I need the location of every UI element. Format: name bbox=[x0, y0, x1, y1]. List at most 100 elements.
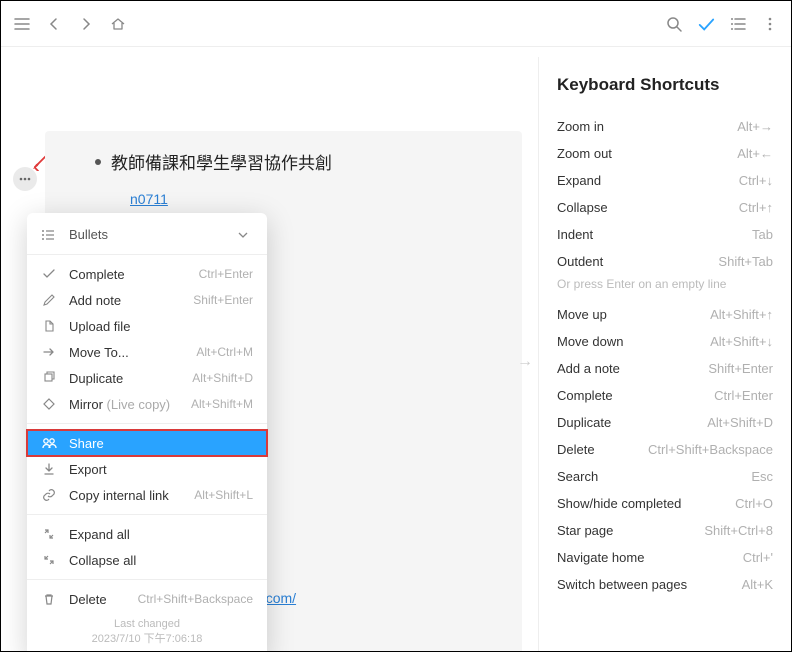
search-icon[interactable] bbox=[665, 15, 683, 33]
menu-expandall-label: Expand all bbox=[69, 527, 253, 542]
top-toolbar bbox=[1, 1, 791, 47]
shortcut-row: DeleteCtrl+Shift+Backspace bbox=[557, 436, 773, 463]
shortcut-key: Shift+Enter bbox=[708, 361, 773, 376]
shortcut-key: Ctrl+' bbox=[743, 550, 773, 565]
shortcut-name: Search bbox=[557, 469, 598, 484]
separator bbox=[27, 423, 267, 424]
trash-icon bbox=[41, 591, 57, 607]
menu-expand-all[interactable]: Expand all bbox=[27, 521, 267, 547]
bullet-icon bbox=[95, 159, 101, 165]
menu-delete-shortcut: Ctrl+Shift+Backspace bbox=[138, 592, 253, 606]
menu-collapseall-label: Collapse all bbox=[69, 553, 253, 568]
check-icon[interactable] bbox=[697, 15, 715, 33]
shortcut-row: Show/hide completed Ctrl+O bbox=[557, 490, 773, 517]
shortcut-row: Navigate homeCtrl+' bbox=[557, 544, 773, 571]
menu-copy-link[interactable]: Copy internal link Alt+Shift+L bbox=[27, 482, 267, 508]
menu-label: Upload file bbox=[69, 319, 241, 334]
shortcut-row: Expand Ctrl+↓ bbox=[557, 167, 773, 194]
menu-label: Move To... bbox=[69, 345, 184, 360]
menu-share[interactable]: Share bbox=[27, 430, 267, 456]
shortcut-name: Show/hide completed bbox=[557, 496, 681, 511]
shortcut-name: Expand bbox=[557, 173, 601, 188]
shortcut-row: OutdentShift+Tab bbox=[557, 248, 773, 275]
shortcut-name: Switch between pages bbox=[557, 577, 687, 592]
forward-icon[interactable] bbox=[77, 15, 95, 33]
menu-duplicate[interactable]: DuplicateAlt+Shift+D bbox=[27, 365, 267, 391]
shortcuts-title: Keyboard Shortcuts bbox=[557, 75, 773, 95]
expand-icon bbox=[41, 526, 57, 542]
shortcut-row: CollapseCtrl+↑ bbox=[557, 194, 773, 221]
meta-time: 2023/7/10 下午7:06:18 bbox=[27, 630, 267, 646]
separator bbox=[27, 514, 267, 515]
menu-label: Complete bbox=[69, 267, 187, 282]
shortcut-key: Ctrl+↓ bbox=[739, 173, 773, 188]
shortcut-key: Alt+→ bbox=[737, 119, 773, 134]
shortcut-row: Move downAlt+Shift+↓ bbox=[557, 328, 773, 355]
menu-upload[interactable]: Upload file bbox=[27, 313, 267, 339]
export-icon bbox=[41, 461, 57, 477]
context-menu: Bullets Complete Ctrl+Enter Add note Shift+… bbox=[27, 213, 267, 651]
link-icon bbox=[41, 487, 57, 503]
document-title: 教師備課和學生學習協作共創 bbox=[111, 149, 332, 174]
menu-moveto[interactable]: Move To... Alt+Ctrl+M bbox=[27, 339, 267, 365]
shortcut-row: IndentTab bbox=[557, 221, 773, 248]
shortcut-row: SearchEsc bbox=[557, 463, 773, 490]
shortcut-name: Complete bbox=[557, 388, 613, 403]
menu-copylink-label: Copy internal link bbox=[69, 488, 182, 503]
menu-mirror[interactable]: Mirror (Live copy) Alt+Shift+M bbox=[27, 391, 267, 417]
shortcut-name: Collapse bbox=[557, 200, 608, 215]
bullets-label: Bullets bbox=[69, 227, 108, 242]
file-icon bbox=[41, 318, 57, 334]
shortcut-row: DuplicateAlt+Shift+D bbox=[557, 409, 773, 436]
shortcut-key: Tab bbox=[752, 227, 773, 242]
menu-addnote[interactable]: Add note Shift+Enter bbox=[27, 287, 267, 313]
separator bbox=[27, 579, 267, 580]
shortcut-row: CompleteCtrl+Enter bbox=[557, 382, 773, 409]
menu-label: Add note bbox=[69, 293, 181, 308]
shortcut-name: Add a note bbox=[557, 361, 620, 376]
shortcut-row: Zoom outAlt+← bbox=[557, 140, 773, 167]
shortcut-name: Star page bbox=[557, 523, 613, 538]
shortcuts-hint: Or press Enter on an empty line bbox=[557, 277, 773, 291]
menu-export[interactable]: Export bbox=[27, 456, 267, 482]
copy-icon bbox=[41, 370, 57, 386]
menu-delete-label: Delete bbox=[69, 592, 126, 607]
list-icon[interactable] bbox=[729, 15, 747, 33]
menu-label: Mirror (Live copy) bbox=[69, 397, 179, 412]
meta-title: Last changed bbox=[27, 618, 267, 630]
home-icon[interactable] bbox=[109, 15, 127, 33]
shortcut-name: Move down bbox=[557, 334, 623, 349]
menu-shortcut: Shift+Enter bbox=[193, 293, 253, 307]
menu-complete[interactable]: Complete Ctrl+Enter bbox=[27, 261, 267, 287]
kebab-icon[interactable] bbox=[761, 15, 779, 33]
menu-collapse-all[interactable]: Collapse all bbox=[27, 547, 267, 573]
menu-icon[interactable] bbox=[13, 15, 31, 33]
list-item[interactable]: n0711 bbox=[115, 186, 498, 213]
shortcut-row: Switch between pages Alt+K bbox=[557, 571, 773, 598]
menu-shortcut: Ctrl+Enter bbox=[199, 267, 253, 281]
separator bbox=[27, 254, 267, 255]
document-title-row[interactable]: 教師備課和學生學習協作共創 bbox=[95, 149, 498, 174]
panel-collapse-icon[interactable]: → bbox=[517, 353, 533, 371]
pencil-icon bbox=[41, 292, 57, 308]
collapse-icon bbox=[41, 552, 57, 568]
menu-shortcut: Alt+Shift+M bbox=[191, 397, 253, 411]
menu-shortcut: Alt+Ctrl+M bbox=[196, 345, 253, 359]
diamond-icon bbox=[41, 396, 57, 412]
shortcut-key: Alt+Shift+D bbox=[707, 415, 773, 430]
menu-shortcut: Alt+Shift+D bbox=[192, 371, 253, 385]
bullet-style-selector[interactable]: Bullets bbox=[27, 221, 267, 248]
shortcut-key: Alt+K bbox=[742, 577, 773, 592]
menu-meta: Last changed 2023/7/10 下午7:06:18 bbox=[27, 612, 267, 648]
shortcut-key: Shift+Ctrl+8 bbox=[704, 523, 773, 538]
check-icon bbox=[41, 266, 57, 282]
shortcut-key: Ctrl+O bbox=[735, 496, 773, 511]
menu-delete[interactable]: Delete Ctrl+Shift+Backspace bbox=[27, 586, 267, 612]
shortcut-row: Zoom inAlt+→ bbox=[557, 113, 773, 140]
back-icon[interactable] bbox=[45, 15, 63, 33]
shortcut-key: Shift+Tab bbox=[718, 254, 773, 269]
menu-copylink-shortcut: Alt+Shift+L bbox=[194, 488, 253, 502]
more-button[interactable] bbox=[13, 167, 37, 191]
menu-export-label: Export bbox=[69, 462, 253, 477]
list-item-text: n0711 bbox=[130, 186, 168, 213]
